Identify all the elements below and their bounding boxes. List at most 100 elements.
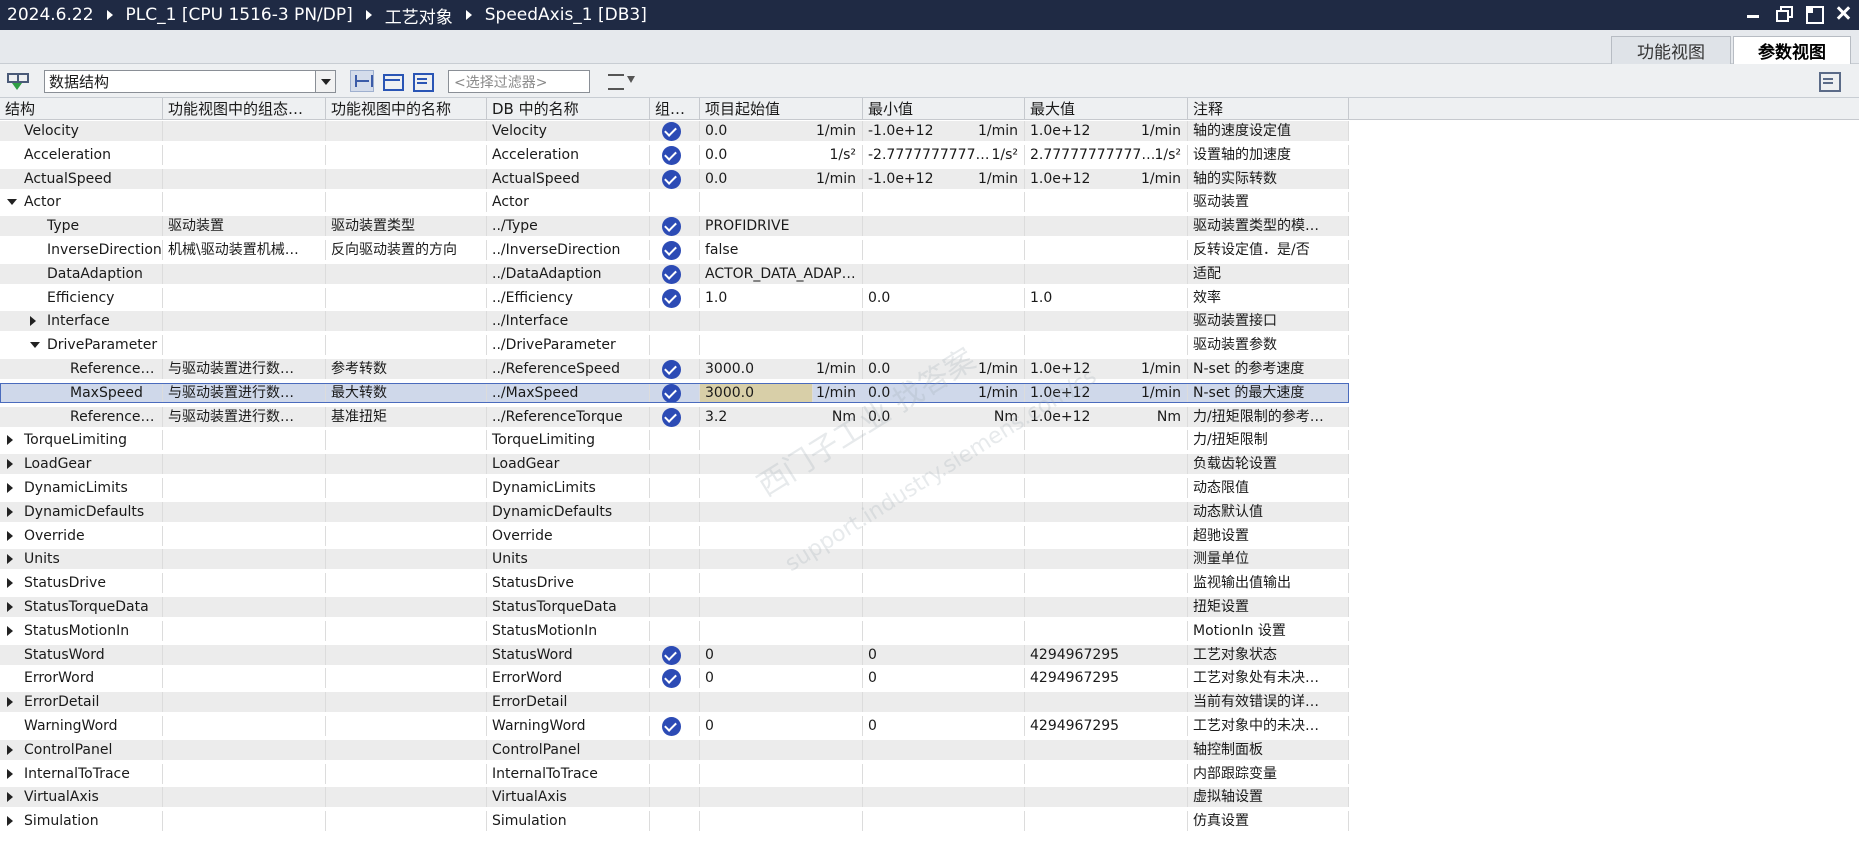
breadcrumb-project[interactable]: 2024.6.22	[7, 5, 94, 25]
breadcrumb-technology-objects[interactable]: 工艺对象	[385, 3, 453, 28]
column-header-function-name[interactable]: 功能视图中的名称	[326, 98, 487, 120]
table-row[interactable]: MaxSpeed 与驱动装置进行数… 最大转数 ../MaxSpeed 3000.0 1/…	[0, 382, 1859, 403]
table-row[interactable]: StatusDrive StatusDrive 监视输出值输出	[0, 573, 1859, 594]
comment-cell[interactable]: 仿真设置	[1188, 811, 1349, 832]
table-row[interactable]: ActualSpeed ActualSpeed 0.0 1/min -1.0e+12 1/…	[0, 168, 1859, 189]
structure-name-cell[interactable]: StatusMotionIn	[19, 620, 163, 641]
structure-name-cell[interactable]: DataAdaption	[42, 263, 163, 284]
structure-name-cell[interactable]: TorqueLimiting	[19, 430, 163, 451]
expand-arrow-icon[interactable]	[7, 483, 13, 493]
function-name-cell[interactable]	[326, 573, 487, 594]
comment-cell[interactable]: 效率	[1188, 287, 1349, 308]
column-header-min[interactable]: 最小值	[863, 98, 1025, 120]
comment-cell[interactable]: 驱动装置类型的模…	[1188, 216, 1349, 237]
comment-cell[interactable]: 轴控制面板	[1188, 739, 1349, 760]
function-name-cell[interactable]	[326, 692, 487, 713]
navigation-icon[interactable]	[6, 70, 29, 92]
config-cell[interactable]	[163, 144, 326, 165]
collapse-tree-icon[interactable]	[380, 70, 404, 92]
checked-icon[interactable]	[662, 122, 681, 141]
structure-name-cell[interactable]: Actor	[19, 192, 163, 213]
table-row[interactable]: WarningWord WarningWord 0 0 4294967295 工艺对象中的…	[0, 716, 1859, 736]
table-row[interactable]: StatusTorqueData StatusTorqueData 扭矩设置	[0, 597, 1859, 617]
collapse-arrow-icon[interactable]	[30, 342, 40, 349]
config-cell[interactable]	[163, 192, 326, 213]
comment-cell[interactable]: 负载齿轮设置	[1188, 454, 1349, 475]
structure-name-cell[interactable]: LoadGear	[19, 454, 163, 475]
checked-icon[interactable]	[662, 360, 681, 379]
chevron-down-icon[interactable]	[315, 71, 335, 92]
function-name-cell[interactable]	[326, 644, 487, 665]
config-cell[interactable]	[163, 121, 326, 141]
function-name-cell[interactable]	[326, 168, 487, 189]
function-name-cell[interactable]	[326, 739, 487, 760]
table-row[interactable]: Efficiency ../Efficiency 1.0 0.0 1.0 效率	[0, 287, 1859, 308]
config-cell[interactable]	[163, 644, 326, 665]
minimize-icon[interactable]	[1745, 5, 1761, 21]
table-row[interactable]: Type 驱动装置 驱动装置类型 ../Type PROFIDRIVE 驱动装置类型的模…	[0, 216, 1859, 237]
structure-name-cell[interactable]: Velocity	[19, 121, 163, 141]
structure-name-cell[interactable]: Acceleration	[19, 144, 163, 165]
config-cell[interactable]	[163, 478, 326, 498]
table-row[interactable]: ReferenceT… 与驱动装置进行数… 基准扭矩 ../ReferenceTorq…	[0, 406, 1859, 427]
structure-name-cell[interactable]: DynamicLimits	[19, 478, 163, 498]
structure-name-cell[interactable]: Simulation	[19, 811, 163, 832]
structure-name-cell[interactable]: StatusTorqueData	[19, 597, 163, 617]
structure-name-cell[interactable]: InverseDirection	[42, 240, 163, 260]
table-row[interactable]: DynamicDefaults DynamicDefaults 动态默认值	[0, 501, 1859, 522]
comment-cell[interactable]: 设置轴的加速度	[1188, 144, 1349, 165]
function-name-cell[interactable]	[326, 287, 487, 308]
config-cell[interactable]: 机械\驱动装置机械…	[163, 240, 326, 260]
config-cell[interactable]	[163, 716, 326, 736]
structure-name-cell[interactable]: VirtualAxis	[19, 787, 163, 808]
expand-all-icon[interactable]	[350, 70, 374, 92]
config-cell[interactable]	[163, 668, 326, 689]
comment-cell[interactable]: 工艺对象处有未决…	[1188, 668, 1349, 689]
structure-name-cell[interactable]: Units	[19, 549, 163, 570]
expand-arrow-icon[interactable]	[7, 792, 13, 803]
table-row[interactable]: DynamicLimits DynamicLimits 动态限值	[0, 478, 1859, 498]
checked-icon[interactable]	[662, 169, 681, 189]
checked-icon[interactable]	[662, 145, 681, 165]
config-cell[interactable]	[163, 311, 326, 332]
collapse-arrow-icon[interactable]	[7, 199, 17, 206]
function-name-cell[interactable]: 参考转数	[326, 359, 487, 379]
config-cell[interactable]	[163, 168, 326, 189]
checked-icon[interactable]	[662, 717, 681, 736]
view-select-dropdown[interactable]: 数据结构	[44, 70, 336, 93]
comment-cell[interactable]: 驱动装置	[1188, 192, 1349, 213]
comment-cell[interactable]: 虚拟轴设置	[1188, 787, 1349, 808]
structure-name-cell[interactable]: WarningWord	[19, 716, 163, 736]
expand-arrow-icon[interactable]	[7, 744, 13, 755]
table-row[interactable]: Simulation Simulation 仿真设置	[0, 811, 1859, 832]
column-header-db-name[interactable]: DB 中的名称	[487, 98, 650, 120]
expand-arrow-icon[interactable]	[7, 697, 13, 708]
table-row[interactable]: StatusMotionIn StatusMotionIn MotionIn 设置	[0, 620, 1859, 641]
expand-arrow-icon[interactable]	[7, 625, 13, 636]
compare-values-icon[interactable]	[606, 72, 636, 90]
comment-cell[interactable]: 工艺对象中的未决…	[1188, 716, 1349, 736]
restore-icon[interactable]	[1775, 5, 1793, 22]
comment-cell[interactable]: 驱动装置参数	[1188, 335, 1349, 356]
config-cell[interactable]	[163, 573, 326, 594]
comment-cell[interactable]: 扭矩设置	[1188, 597, 1349, 617]
table-row[interactable]: TorqueLimiting TorqueLimiting 力/扭矩限制	[0, 430, 1859, 451]
expand-arrow-icon[interactable]	[7, 578, 13, 589]
expand-arrow-icon[interactable]	[7, 459, 13, 470]
config-cell[interactable]	[163, 501, 326, 522]
comment-cell[interactable]: 动态限值	[1188, 478, 1349, 498]
expand-arrow-icon[interactable]	[30, 316, 36, 327]
expand-arrow-icon[interactable]	[7, 554, 13, 565]
structure-name-cell[interactable]: ActualSpeed	[19, 168, 163, 189]
checked-icon[interactable]	[662, 407, 681, 427]
comment-cell[interactable]: 轴的实际转数	[1188, 168, 1349, 189]
expand-arrow-icon[interactable]	[7, 602, 13, 612]
config-cell[interactable]	[163, 597, 326, 617]
structure-name-cell[interactable]: Interface	[42, 311, 163, 332]
comment-cell[interactable]: 工艺对象状态	[1188, 644, 1349, 665]
function-name-cell[interactable]	[326, 620, 487, 641]
table-row[interactable]: ReferenceS… 与驱动装置进行数… 参考转数 ../ReferenceSpee…	[0, 359, 1859, 379]
function-name-cell[interactable]	[326, 311, 487, 332]
comment-cell[interactable]: 力/扭矩限制	[1188, 430, 1349, 451]
table-row[interactable]: ErrorDetail ErrorDetail 当前有效错误的详…	[0, 692, 1859, 713]
